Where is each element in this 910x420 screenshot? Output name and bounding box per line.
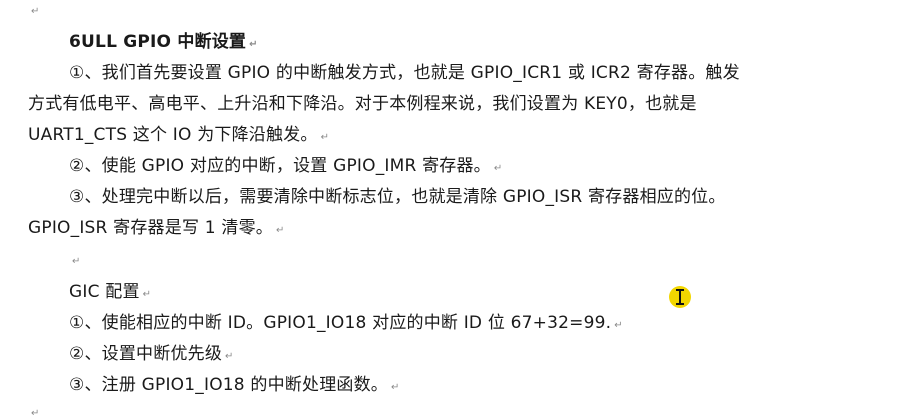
paragraph-mark: ↵ xyxy=(275,225,285,236)
line-text: 方式有低电平、高电平、上升沿和下降沿。对于本例程来说，我们设置为 KEY0，也就… xyxy=(28,94,697,114)
paragraph-mark: ↵ xyxy=(493,163,503,174)
line-text: GIC 配置 xyxy=(69,282,140,302)
text-line[interactable]: GPIO_ISR 寄存器是写 1 清零。 ↵ xyxy=(28,217,285,242)
text-cursor-icon xyxy=(669,286,691,308)
text-line[interactable]: UART1_CTS 这个 IO 为下降沿触发。 ↵ xyxy=(28,124,329,149)
line-text: ②、设置中断优先级 xyxy=(69,344,223,364)
paragraph-mark: ↵ xyxy=(320,132,330,143)
paragraph-mark: ↵ xyxy=(614,320,623,331)
line-text: ①、使能相应的中断 ID。GPIO1_IO18 对应的中断 ID 位 67+32… xyxy=(69,313,612,333)
line-text: GPIO_ISR 寄存器是写 1 清零。 xyxy=(28,218,273,238)
paragraph-mark: ↵ xyxy=(249,39,258,50)
i-beam-top xyxy=(676,289,684,291)
paragraph-mark-empty: ↵ xyxy=(72,256,81,267)
paragraph-mark-top: ↵ xyxy=(31,6,40,17)
paragraph-mark: ↵ xyxy=(142,289,152,300)
section-heading-gpio[interactable]: 6ULL GPIO 中断设置 ↵ xyxy=(69,31,258,56)
paragraph-mark-bottom: ↵ xyxy=(31,408,40,419)
text-line[interactable]: ③、注册 GPIO1_IO18 的中断处理函数。 ↵ xyxy=(69,374,400,399)
section-heading-gic[interactable]: GIC 配置 ↵ xyxy=(69,281,151,306)
text-line[interactable]: ③、处理完中断以后，需要清除中断标志位，也就是清除 GPIO_ISR 寄存器相应… xyxy=(69,186,726,208)
text-line[interactable]: ①、我们首先要设置 GPIO 的中断触发方式，也就是 GPIO_ICR1 或 I… xyxy=(69,62,740,84)
line-text: ③、注册 GPIO1_IO18 的中断处理函数。 xyxy=(69,375,389,395)
line-text: 6ULL GPIO 中断设置 xyxy=(69,32,247,52)
line-text: ②、使能 GPIO 对应的中断，设置 GPIO_IMR 寄存器。 xyxy=(69,156,491,176)
text-line[interactable]: 方式有低电平、高电平、上升沿和下降沿。对于本例程来说，我们设置为 KEY0，也就… xyxy=(28,93,697,115)
line-text: UART1_CTS 这个 IO 为下降沿触发。 xyxy=(28,125,318,145)
text-line[interactable]: ①、使能相应的中断 ID。GPIO1_IO18 对应的中断 ID 位 67+32… xyxy=(69,312,623,337)
document-page[interactable]: ↵ 6ULL GPIO 中断设置 ↵ ①、我们首先要设置 GPIO 的中断触发方式… xyxy=(0,0,910,419)
line-text: ③、处理完中断以后，需要清除中断标志位，也就是清除 GPIO_ISR 寄存器相应… xyxy=(69,187,726,207)
line-text: ①、我们首先要设置 GPIO 的中断触发方式，也就是 GPIO_ICR1 或 I… xyxy=(69,63,740,83)
text-line[interactable]: ②、使能 GPIO 对应的中断，设置 GPIO_IMR 寄存器。 ↵ xyxy=(69,155,502,180)
i-beam-bottom xyxy=(676,303,684,305)
paragraph-mark: ↵ xyxy=(225,351,234,362)
text-line[interactable]: ②、设置中断优先级 ↵ xyxy=(69,343,234,368)
paragraph-mark: ↵ xyxy=(391,382,400,393)
